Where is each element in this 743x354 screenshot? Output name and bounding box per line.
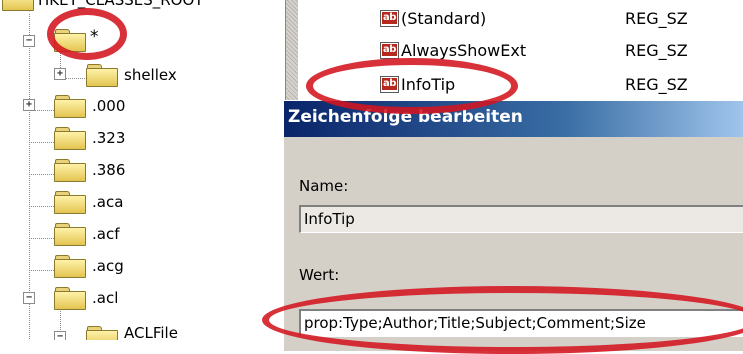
tree-item-323[interactable]: .323 <box>92 129 125 147</box>
tree-item-acg[interactable]: .acg <box>92 257 124 275</box>
edit-string-dialog: Zeichenfolge bearbeiten Name: InfoTip We… <box>283 100 743 351</box>
collapse-toggle[interactable]: − <box>23 35 35 47</box>
dialog-title: Zeichenfolge bearbeiten <box>288 107 523 127</box>
value-field[interactable]: prop:Type;Author;Title;Subject;Comment;S… <box>299 309 743 337</box>
folder-icon <box>54 95 86 118</box>
tree-item-000[interactable]: .000 <box>92 97 125 115</box>
folder-icon <box>54 191 86 214</box>
folder-icon <box>54 287 86 310</box>
tree-item-acf[interactable]: .acf <box>92 225 120 243</box>
folder-icon <box>54 159 86 182</box>
value-label: Wert: <box>299 266 340 284</box>
tree-item-aclfile[interactable]: ACLFile <box>124 324 178 340</box>
tree-item-shellex[interactable]: shellex <box>124 66 177 84</box>
value-type: REG_SZ <box>625 75 688 94</box>
tree-item-acl[interactable]: .acl <box>92 289 118 307</box>
value-name: InfoTip <box>401 75 456 94</box>
expand-toggle[interactable]: + <box>23 99 35 111</box>
folder-icon <box>54 255 86 278</box>
tree-item-386[interactable]: .386 <box>92 161 125 179</box>
expand-toggle[interactable]: + <box>54 68 66 80</box>
tree-item-star[interactable]: * <box>90 27 99 47</box>
folder-icon <box>54 29 86 52</box>
list-item[interactable]: ab AlwaysShowExt REG_SZ <box>298 40 743 64</box>
value-name: AlwaysShowExt <box>401 41 527 60</box>
string-value-icon: ab <box>380 10 399 27</box>
folder-icon <box>86 64 118 87</box>
string-value-icon: ab <box>380 42 399 59</box>
list-item-infotip[interactable]: ab InfoTip REG_SZ <box>298 74 743 98</box>
string-value-icon: ab <box>380 76 399 93</box>
registry-key-tree[interactable]: HKEY_CLASSES_ROOT − * + shellex + .000 .… <box>0 0 285 340</box>
folder-icon <box>2 0 34 11</box>
folder-icon <box>54 127 86 150</box>
list-item[interactable]: ab (Standard) REG_SZ <box>298 8 743 32</box>
folder-icon <box>86 326 118 340</box>
collapse-toggle[interactable]: − <box>54 331 66 340</box>
tree-root-label[interactable]: HKEY_CLASSES_ROOT <box>38 0 203 9</box>
value-type: REG_SZ <box>625 41 688 60</box>
name-field[interactable]: InfoTip <box>299 205 743 233</box>
value-name: (Standard) <box>401 9 487 28</box>
value-type: REG_SZ <box>625 9 688 28</box>
dialog-titlebar[interactable]: Zeichenfolge bearbeiten <box>284 101 743 137</box>
tree-item-aca[interactable]: .aca <box>92 193 123 211</box>
registry-values-list[interactable]: ab (Standard) REG_SZ ab AlwaysShowExt RE… <box>298 0 743 100</box>
name-label: Name: <box>299 177 349 195</box>
collapse-toggle[interactable]: − <box>23 292 35 304</box>
folder-icon <box>54 223 86 246</box>
pane-splitter[interactable] <box>285 0 299 100</box>
